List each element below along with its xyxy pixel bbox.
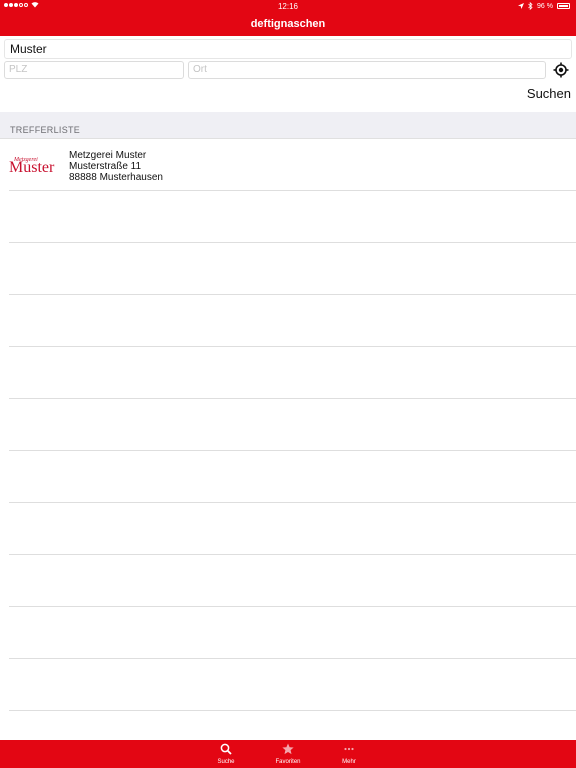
result-city: 88888 Musterhausen [69,172,163,183]
empty-row [0,295,576,347]
search-form: Muster PLZ Ort Suchen [0,36,576,112]
locate-me-button[interactable] [552,61,570,79]
empty-row [0,555,576,607]
battery-icon [557,3,570,9]
navigation-bar: 12:16 96 % deftignaschen [0,0,576,36]
results-section-header: TREFFERLISTE [0,112,576,139]
empty-row [0,399,576,451]
empty-row [0,503,576,555]
empty-row [0,607,576,659]
crosshair-icon [553,62,569,78]
more-icon [344,747,354,751]
result-name: Metzgerei Muster [69,150,147,161]
star-icon [282,743,294,755]
tab-suche[interactable]: Suche [206,740,246,768]
tab-mehr[interactable]: Mehr [329,740,369,768]
search-query-input[interactable]: Muster [4,39,572,59]
tab-favoriten[interactable]: Favoriten [268,740,308,768]
svg-text:Muster: Muster [9,159,55,176]
search-button[interactable]: Suchen [527,86,571,101]
plz-input[interactable]: PLZ [4,61,184,79]
tab-bar: Suche Favoriten Mehr [0,740,576,768]
business-logo: Metzgerei Muster [8,151,58,177]
tab-label: Suche [217,759,235,765]
empty-row [0,191,576,243]
results-header-label: TREFFERLISTE [10,125,81,135]
empty-row [0,347,576,399]
tab-label: Favoriten [275,759,301,765]
page-title: deftignaschen [250,18,326,30]
battery-percent: 96 % [537,2,553,10]
tab-label: Mehr [342,759,356,765]
search-icon [220,743,232,755]
status-bar: 12:16 96 % [0,0,576,12]
status-time: 12:16 [277,2,299,11]
ort-input[interactable]: Ort [188,61,546,79]
empty-row [0,243,576,295]
bluetooth-icon [528,2,533,10]
results-list[interactable]: Metzgerei Muster Metzgerei Muster Muster… [0,139,576,711]
empty-row [0,451,576,503]
location-arrow-icon [518,3,525,9]
result-street: Musterstraße 11 [69,161,142,172]
result-address: Metzgerei Muster Musterstraße 11 88888 M… [69,150,163,183]
result-item[interactable]: Metzgerei Muster Metzgerei Muster Muster… [0,139,576,191]
empty-row [0,659,576,711]
